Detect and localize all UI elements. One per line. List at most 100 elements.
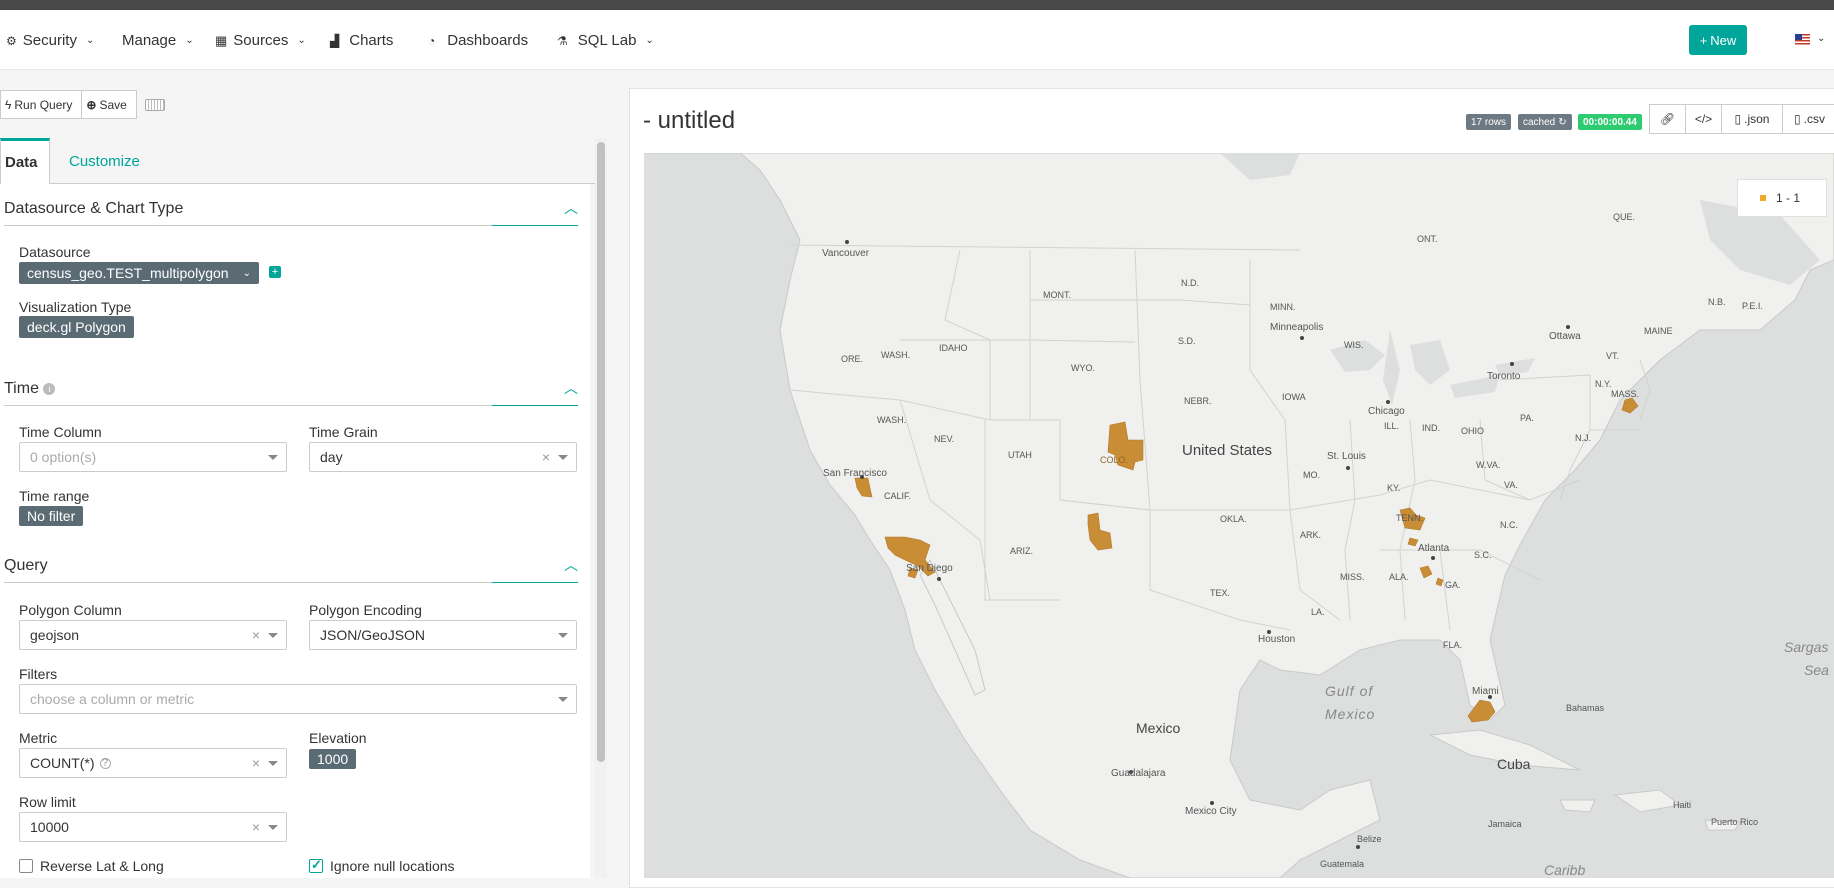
sea-label: Caribb — [1544, 862, 1586, 878]
dropdown-arrow-icon — [558, 633, 568, 638]
dashboard-icon: ◔ — [428, 33, 436, 48]
sea-label: Mexico — [1325, 706, 1376, 722]
datasource-select[interactable]: census_geo.TEST_multipolygon ⌄ — [19, 262, 259, 284]
metric-select[interactable]: COUNT(*) ? × — [19, 748, 287, 778]
chevron-up-icon[interactable]: ︿ — [564, 555, 578, 575]
legend-swatch — [1760, 195, 1766, 201]
sea-label: Sea — [1804, 662, 1829, 678]
bar-chart-icon: ▟ — [330, 33, 340, 48]
region-label: IOWA — [1282, 392, 1306, 402]
region-label: KY. — [1387, 483, 1401, 493]
region-label: ARK. — [1300, 530, 1322, 540]
map-canvas[interactable]: United States Mexico Cuba Gulf of Mexico… — [644, 153, 1834, 878]
time-grain-select[interactable]: day × — [309, 442, 577, 472]
json-export-button[interactable]: ▯ .json — [1721, 104, 1783, 134]
cached-badge[interactable]: cached ↻ — [1518, 114, 1572, 130]
nav-manage-label: Manage — [122, 32, 177, 49]
nav-sources[interactable]: ▦ Sources ⌄ — [215, 32, 306, 49]
clear-icon[interactable]: × — [252, 755, 260, 771]
chevron-down-icon: ⌄ — [297, 35, 306, 46]
nav-sqllab[interactable]: ⚗ SQL Lab ⌄ — [557, 32, 654, 49]
link-icon: 🔗︎ — [1659, 112, 1676, 126]
polygon-encoding-label: Polygon Encoding — [309, 602, 422, 618]
city-label: Puerto Rico — [1711, 817, 1759, 827]
clear-icon[interactable]: × — [252, 819, 260, 835]
plus-circle-icon: ⊕ — [86, 97, 97, 112]
embed-code-button[interactable]: </> — [1685, 104, 1722, 134]
csv-export-button[interactable]: ▯ .csv — [1782, 104, 1834, 134]
section-divider — [4, 582, 578, 583]
reverse-latlong-checkbox[interactable] — [19, 859, 33, 873]
city-label: Houston — [1258, 634, 1296, 645]
viz-type-value: deck.gl Polygon — [27, 319, 126, 335]
tab-customize[interactable]: Customize — [69, 138, 140, 184]
chevron-up-icon[interactable]: ︿ — [564, 378, 578, 398]
chevron-down-icon: ⌄ — [645, 35, 654, 46]
region-label: WIS. — [1344, 340, 1364, 350]
row-limit-select[interactable]: 10000 × — [19, 812, 287, 842]
filters-select[interactable]: choose a column or metric — [19, 684, 577, 714]
chevron-down-icon[interactable]: ⌄ — [1817, 33, 1825, 44]
city-label: San Diego — [906, 563, 953, 574]
region-label: ALA. — [1389, 572, 1409, 582]
city-label: St. Louis — [1327, 451, 1366, 462]
save-button[interactable]: ⊕ Save — [82, 90, 137, 119]
clear-icon[interactable]: × — [542, 449, 550, 465]
region-label: IDAHO — [939, 343, 968, 353]
dropdown-arrow-icon — [268, 825, 278, 830]
file-icon: ▯ — [1734, 112, 1742, 126]
section-title-datasource[interactable]: Datasource & Chart Type — [4, 200, 183, 218]
region-label: MISS. — [1340, 572, 1365, 582]
nav-manage[interactable]: Manage ⌄ — [122, 32, 194, 49]
flask-icon: ⚗ — [557, 33, 568, 48]
region-label: OHIO — [1461, 426, 1485, 436]
section-title-time[interactable]: Time i — [4, 380, 56, 398]
elevation-input[interactable]: 1000 — [309, 749, 357, 769]
link-button[interactable]: 🔗︎ — [1649, 104, 1686, 134]
country-label: United States — [1182, 442, 1273, 459]
us-flag-icon[interactable] — [1795, 34, 1810, 45]
time-column-select[interactable]: 0 option(s) — [19, 442, 287, 472]
time-column-label: Time Column — [19, 424, 102, 440]
city-label: Jamaica — [1488, 819, 1522, 829]
city-label: Mexico City — [1185, 806, 1237, 817]
region-label: MO. — [1303, 470, 1320, 480]
region-label: W.VA. — [1476, 460, 1501, 470]
polygon-column-select[interactable]: geojson × — [19, 620, 287, 650]
new-button[interactable]: + New — [1689, 25, 1747, 55]
nav-security[interactable]: ⚙ Security ⌄ — [6, 32, 94, 49]
clear-icon[interactable]: × — [252, 627, 260, 643]
run-query-button[interactable]: ϟ Run Query — [0, 90, 83, 119]
ignore-null-checkbox[interactable] — [309, 857, 323, 873]
section-divider — [4, 225, 578, 226]
time-range-label: Time range — [19, 488, 90, 504]
polygon-column-label: Polygon Column — [19, 602, 122, 618]
city-label: Vancouver — [822, 248, 870, 259]
chevron-up-icon[interactable]: ︿ — [564, 198, 578, 218]
keyboard-icon[interactable] — [145, 99, 165, 111]
nav-dashboards[interactable]: ◔ Dashboards — [428, 32, 528, 49]
viz-type-select[interactable]: deck.gl Polygon — [19, 316, 134, 338]
city-label: Atlanta — [1418, 543, 1450, 554]
viz-type-label: Visualization Type — [19, 299, 132, 315]
chart-title[interactable]: - untitled — [643, 107, 735, 135]
region-label: IND. — [1422, 423, 1440, 433]
time-grain-value: day — [320, 449, 343, 465]
polygon-encoding-select[interactable]: JSON/GeoJSON — [309, 620, 577, 650]
scrollbar-thumb[interactable] — [597, 142, 605, 762]
region-label: FLA. — [1443, 640, 1463, 650]
region-label: MONT. — [1043, 290, 1071, 300]
add-datasource-icon[interactable]: + — [269, 266, 281, 278]
region-label: VT. — [1606, 351, 1620, 361]
run-query-label: Run Query — [14, 97, 73, 112]
time-range-select[interactable]: No filter — [19, 506, 84, 526]
region-label: WASH. — [881, 350, 911, 360]
nav-charts[interactable]: ▟ Charts — [330, 32, 393, 49]
section-title-query[interactable]: Query — [4, 557, 48, 575]
nav-sources-label: Sources — [233, 32, 289, 49]
city-label: Haiti — [1673, 800, 1692, 810]
tab-data[interactable]: Data — [0, 138, 50, 185]
city-label: Minneapolis — [1270, 322, 1324, 333]
city-label: Bahamas — [1566, 703, 1605, 713]
city-label: Belize — [1357, 834, 1382, 844]
